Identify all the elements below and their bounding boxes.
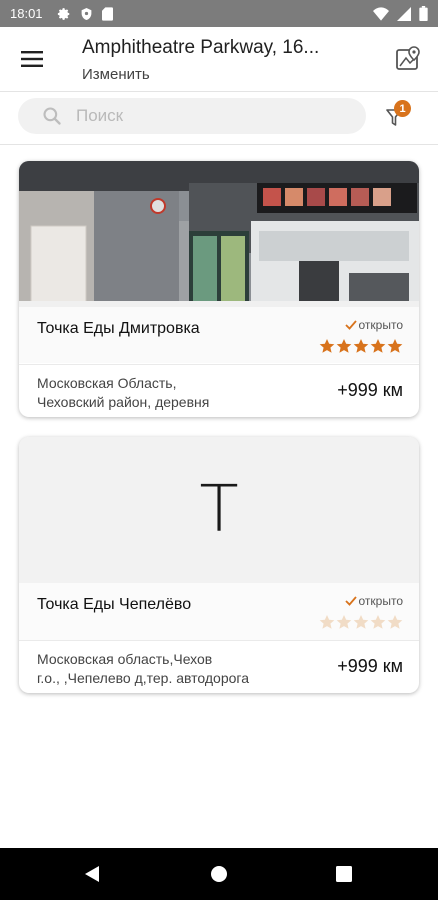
filter-button[interactable]: 1	[380, 98, 416, 134]
star-icon	[336, 339, 352, 353]
star-outline-icon	[353, 615, 369, 629]
place-title-bar: Точка Еды Дмитровка открыто	[19, 307, 419, 365]
filter-count-badge: 1	[394, 100, 411, 117]
star-outline-icon	[336, 615, 352, 629]
open-status-label: открыто	[358, 594, 404, 608]
star-icon	[370, 339, 386, 353]
map-icon	[396, 46, 420, 70]
sd-card-icon	[101, 6, 113, 21]
search-icon	[43, 107, 61, 125]
header-divider	[0, 91, 438, 92]
hamburger-menu-icon	[21, 51, 43, 67]
rating-stars	[319, 338, 403, 354]
search-divider	[0, 144, 438, 145]
signal-icon	[397, 6, 411, 21]
star-icon	[387, 339, 403, 353]
address-title[interactable]: Amphitheatre Parkway, 16...	[82, 37, 382, 59]
open-status-label: открыто	[358, 318, 404, 332]
address-line: Чеховский район, деревня	[37, 394, 210, 410]
app-header: Amphitheatre Parkway, 16... Изменить	[0, 27, 438, 91]
address-line: Московская область,Чехов	[37, 651, 213, 667]
wifi-icon	[373, 6, 389, 21]
app-screen: 18:01 Amphitheatre Parkway, 16... Измени…	[0, 0, 438, 900]
map-button[interactable]	[390, 41, 426, 77]
place-card[interactable]: T Точка Еды Чепелёво открыто Московская …	[19, 437, 419, 693]
address-line: Московская Область,	[37, 375, 177, 391]
rating-stars	[319, 614, 403, 630]
home-icon[interactable]	[210, 865, 228, 883]
change-address-link[interactable]: Изменить	[82, 66, 150, 83]
battery-icon	[419, 6, 428, 21]
menu-button[interactable]	[14, 41, 50, 77]
place-info: Московская область,Чехов г.о., ,Чепелево…	[19, 641, 419, 693]
address-line: г.о., ,Чепелево д,тер. автодорога	[37, 670, 249, 686]
place-title-bar: Точка Еды Чепелёво открыто	[19, 583, 419, 641]
star-outline-icon	[370, 615, 386, 629]
shield-icon	[81, 7, 91, 20]
settings-icon	[57, 7, 69, 20]
star-icon	[353, 339, 369, 353]
place-address: Московская Область, Чеховский район, дер…	[37, 374, 297, 412]
placeholder-letter: T	[199, 473, 239, 547]
place-distance: +999 км	[337, 656, 403, 676]
recent-apps-icon[interactable]	[336, 866, 352, 882]
star-outline-icon	[319, 615, 335, 629]
open-status: открыто	[344, 318, 404, 332]
status-bar: 18:01	[0, 0, 438, 27]
system-nav-bar	[0, 848, 438, 900]
check-icon	[344, 320, 357, 330]
star-outline-icon	[387, 615, 403, 629]
status-time: 18:01	[10, 6, 43, 21]
open-status: открыто	[344, 594, 404, 608]
search-placeholder: Поиск	[76, 106, 124, 125]
search-input[interactable]: Поиск	[18, 98, 366, 134]
back-icon[interactable]	[84, 865, 100, 883]
place-photo-placeholder: T	[19, 437, 419, 583]
place-name: Точка Еды Дмитровка	[37, 320, 200, 337]
place-name: Точка Еды Чепелёво	[37, 596, 192, 613]
place-address: Московская область,Чехов г.о., ,Чепелево…	[37, 650, 297, 688]
place-card[interactable]: Точка Еды Дмитровка открыто Московская О…	[19, 161, 419, 417]
place-distance: +999 км	[337, 380, 403, 400]
star-icon	[319, 339, 335, 353]
check-icon	[344, 596, 357, 606]
place-info: Московская Область, Чеховский район, дер…	[19, 365, 419, 417]
